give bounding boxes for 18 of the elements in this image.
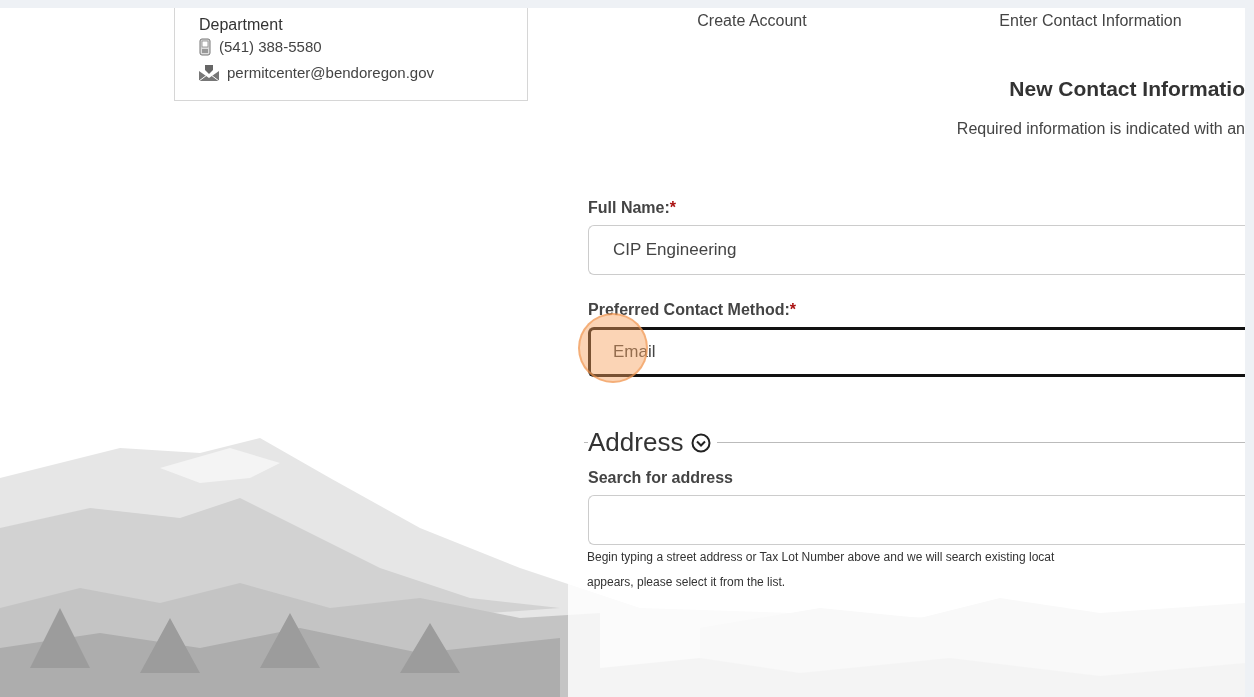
field-label: Preferred Contact Method:* [588, 300, 798, 320]
text-field[interactable]: CIP Engineering [588, 225, 1245, 275]
mobile-phone-icon [199, 38, 211, 56]
search-field[interactable] [588, 495, 1245, 545]
section-title: Address [588, 427, 684, 458]
step-label[interactable]: Create Account [568, 12, 936, 30]
required-note: Required information is indicated with an [955, 119, 1245, 139]
email-address[interactable]: permitcenter@bendoregon.gov [227, 60, 435, 86]
chevron-down-icon[interactable] [691, 432, 712, 453]
help-text: appears, please select it from the list. [587, 574, 787, 591]
phone-number: (541) 388-5580 [219, 37, 322, 57]
department-name: Department [199, 16, 284, 34]
form-title: New Contact Informatio [1008, 76, 1245, 102]
step-label[interactable]: Enter Contact Information [936, 12, 1245, 30]
field-label: Search for address [588, 468, 734, 488]
envelope-icon [199, 65, 219, 81]
field-label: Full Name:* [588, 198, 678, 218]
help-text: Begin typing a street address or Tax Lot Number above and we will search existing locat [587, 549, 1056, 566]
